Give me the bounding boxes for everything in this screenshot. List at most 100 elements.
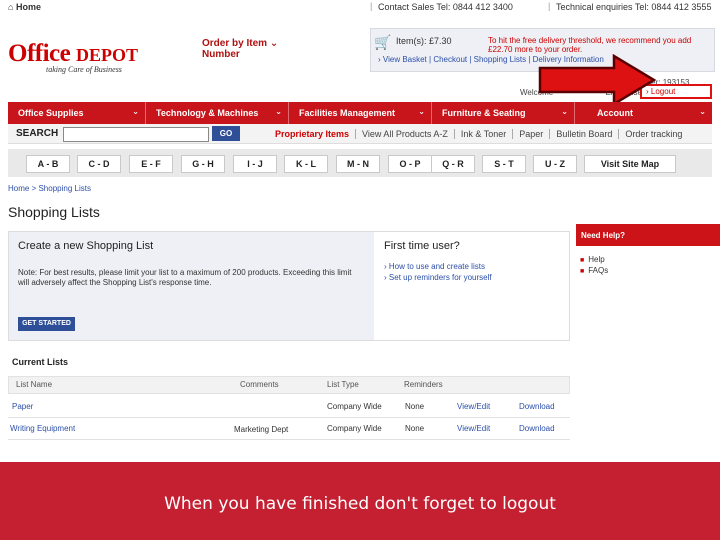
faqs-link[interactable]: ■ FAQs	[580, 266, 608, 275]
get-started-button[interactable]: GET STARTED	[18, 317, 75, 331]
view-all-products-link[interactable]: View All Products A-Z	[356, 129, 455, 139]
home-link-label: Home	[15, 2, 41, 12]
checkout-link[interactable]: Checkout	[433, 55, 467, 64]
list-type: Company Wide	[327, 424, 382, 433]
alpha-button[interactable]: U - Z	[533, 155, 577, 173]
basket-items: Item(s): £7.30	[396, 36, 452, 46]
page-title: Shopping Lists	[8, 204, 100, 220]
view-edit-link[interactable]: View/Edit	[457, 424, 490, 433]
chevron-right-icon: ›	[384, 262, 387, 271]
search-go-button[interactable]: GO	[212, 126, 240, 141]
alpha-button[interactable]: G - H	[181, 155, 225, 173]
technical-enquiries-text: Technical enquiries Tel: 0844 412 3555	[556, 2, 712, 12]
search-input[interactable]	[63, 127, 209, 142]
order-by-item-label: Order by Item	[202, 38, 268, 49]
contact-sales-text: Contact Sales Tel: 0844 412 3400	[378, 2, 513, 12]
row-divider	[8, 417, 570, 418]
home-link[interactable]: ⌂ Home	[8, 2, 41, 12]
alpha-button[interactable]: O - P	[388, 155, 432, 173]
help-link[interactable]: ■ Help	[580, 255, 605, 264]
chevron-down-icon: ⌄	[418, 107, 425, 116]
bullet-icon: ■	[580, 257, 585, 264]
list-name-link[interactable]: Writing Equipment	[10, 424, 75, 433]
divider: |	[548, 1, 551, 11]
chevron-down-icon: ⌄	[132, 107, 139, 116]
list-reminders: None	[405, 402, 425, 411]
home-icon: ⌂	[8, 2, 14, 12]
view-basket-link[interactable]: View Basket	[383, 55, 427, 64]
search-label: SEARCH	[16, 128, 59, 139]
order-by-item-label-2: Number	[202, 49, 240, 60]
chevron-down-icon: ⌄	[699, 107, 706, 116]
nav-label: Furniture & Seating	[442, 108, 526, 118]
alpha-button[interactable]: A - B	[26, 155, 70, 173]
how-to-use-link[interactable]: › How to use and create lists	[384, 262, 485, 271]
divider: |	[370, 1, 373, 11]
chevron-right-icon: ›	[378, 55, 381, 64]
logo-tagline: taking Care of Business	[46, 65, 122, 74]
logo-depot: DEPOT	[75, 45, 138, 65]
chevron-right-icon: ›	[384, 273, 387, 282]
chevron-down-icon: ⌄	[561, 107, 568, 116]
list-reminders: None	[405, 424, 425, 433]
bullet-icon: ■	[580, 268, 585, 275]
office-depot-logo[interactable]: Office DEPOT	[8, 40, 138, 68]
alpha-button[interactable]: Q - R	[431, 155, 475, 173]
view-edit-link[interactable]: View/Edit	[457, 402, 490, 411]
alpha-button[interactable]: M - N	[336, 155, 380, 173]
column-header: Comments	[240, 380, 279, 389]
alpha-button[interactable]: C - D	[77, 155, 121, 173]
nav-account[interactable]: Account ⌄	[575, 102, 712, 124]
first-time-title: First time user?	[384, 240, 460, 252]
alpha-button[interactable]: I - J	[233, 155, 277, 173]
list-type: Company Wide	[327, 402, 382, 411]
nav-label: Office Supplies	[18, 108, 84, 118]
column-header: List Name	[16, 380, 53, 389]
column-header: Reminders	[404, 380, 443, 389]
breadcrumb[interactable]: Home > Shopping Lists	[8, 184, 91, 193]
nav-facilities[interactable]: Facilities Management ⌄	[289, 102, 432, 124]
create-list-title: Create a new Shopping List	[18, 240, 154, 252]
caption-text: When you have finished don't forget to l…	[164, 494, 556, 514]
set-up-reminders-link[interactable]: › Set up reminders for yourself	[384, 273, 492, 282]
create-list-note: Note: For best results, please limit you…	[18, 268, 352, 287]
column-header: List Type	[327, 380, 359, 389]
download-link[interactable]: Download	[519, 424, 555, 433]
table-header	[8, 376, 570, 394]
nav-office-supplies[interactable]: Office Supplies ⌄	[8, 102, 146, 124]
logo-office: Office	[8, 40, 71, 67]
list-comments: Marketing Dept	[234, 425, 289, 434]
order-tracking-link[interactable]: Order tracking	[619, 129, 688, 139]
ink-toner-link[interactable]: Ink & Toner	[455, 129, 514, 139]
shopping-lists-link[interactable]: Shopping Lists	[474, 55, 526, 64]
download-link[interactable]: Download	[519, 402, 555, 411]
nav-label: Facilities Management	[299, 108, 396, 118]
paper-link[interactable]: Paper	[513, 129, 551, 139]
help-label: Help	[588, 255, 605, 264]
bulletin-board-link[interactable]: Bulletin Board	[550, 129, 620, 139]
link-label: How to use and create lists	[388, 262, 485, 271]
cart-icon[interactable]: 🛒	[374, 34, 391, 51]
nav-technology[interactable]: Technology & Machines ⌄	[146, 102, 289, 124]
alpha-button[interactable]: K - L	[284, 155, 328, 173]
free-delivery-message: To hit the free delivery threshold, we r…	[488, 36, 692, 54]
row-divider	[8, 439, 570, 440]
proprietary-items-link[interactable]: Proprietary Items	[275, 129, 357, 139]
alpha-button[interactable]: S - T	[482, 155, 526, 173]
nav-label: Account	[597, 108, 633, 118]
faqs-label: FAQs	[588, 266, 609, 275]
alpha-button[interactable]: E - F	[129, 155, 173, 173]
list-name-link[interactable]: Paper	[12, 402, 33, 411]
site-map-button[interactable]: Visit Site Map	[584, 155, 676, 173]
arrow-icon	[538, 54, 656, 106]
link-label: Set up reminders for yourself	[388, 273, 492, 282]
nav-label: Technology & Machines	[156, 108, 259, 118]
current-lists-title: Current Lists	[12, 357, 69, 367]
quick-links: Proprietary Items View All Products A-Z …	[275, 129, 688, 139]
order-by-item-link[interactable]: Order by Item ⌄ Number	[202, 38, 278, 60]
main-nav: Office Supplies ⌄ Technology & Machines …	[8, 102, 712, 124]
nav-furniture[interactable]: Furniture & Seating ⌄	[432, 102, 575, 124]
chevron-down-icon: ⌄	[269, 38, 279, 49]
need-help-header: Need Help?	[576, 224, 720, 246]
chevron-down-icon: ⌄	[275, 107, 282, 116]
